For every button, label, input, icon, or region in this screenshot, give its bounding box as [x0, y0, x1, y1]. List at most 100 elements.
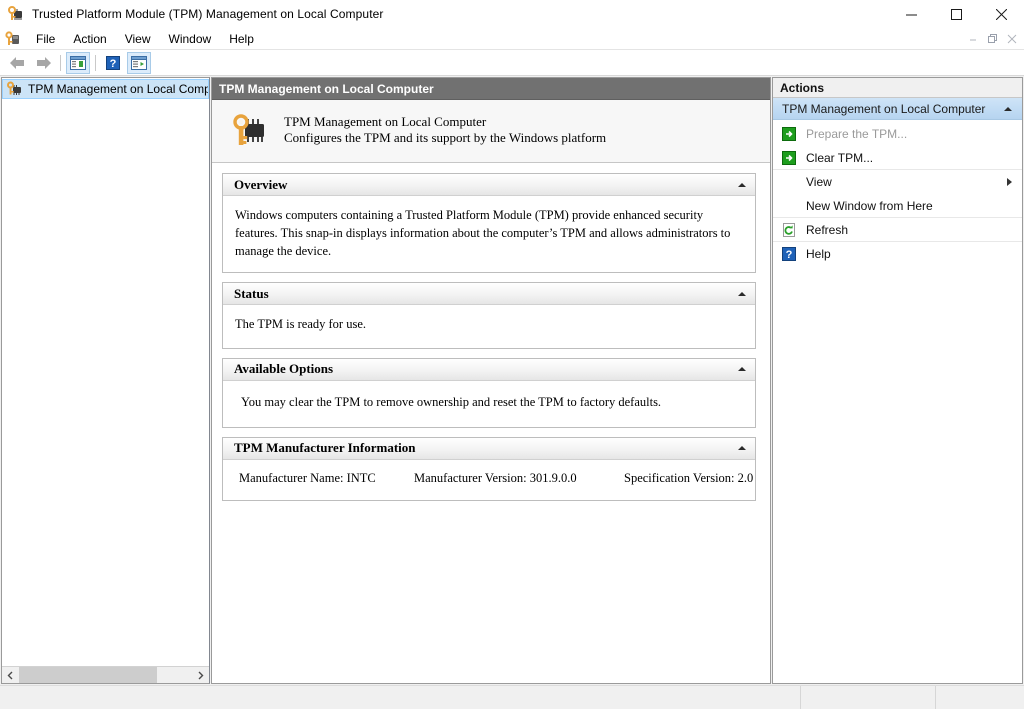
banner-text: TPM Management on Local Computer Configu… [284, 114, 606, 147]
tpm-key-chip-icon [8, 6, 24, 22]
minimize-button[interactable] [889, 0, 934, 28]
action-new-window-from-here[interactable]: New Window from Here [773, 194, 1022, 218]
tpm-key-chip-icon [5, 30, 21, 47]
actions-list: Prepare the TPM... Clear TPM... View New… [773, 120, 1022, 266]
green-arrow-icon [781, 150, 797, 166]
menu-item-window[interactable]: Window [160, 30, 221, 48]
title-bar: Trusted Platform Module (TPM) Management… [0, 0, 1024, 28]
action-refresh[interactable]: Refresh [773, 218, 1022, 242]
no-icon-placeholder [781, 174, 797, 190]
action-help[interactable]: ? Help [773, 242, 1022, 266]
menu-item-action[interactable]: Action [64, 30, 115, 48]
toolbar-separator [60, 54, 61, 71]
window-title: Trusted Platform Module (TPM) Management… [32, 7, 384, 21]
status-bar [0, 685, 1024, 709]
manufacturer-version-value: 301.9.0.0 [529, 470, 577, 485]
help-button[interactable]: ? [101, 52, 125, 74]
tree-item-tpm-management[interactable]: TPM Management on Local Comp [2, 79, 209, 99]
section-title: Overview [234, 176, 288, 192]
status-bar-pane-3 [935, 686, 1024, 709]
chevron-up-icon[interactable] [738, 182, 746, 187]
action-prepare-the-tpm[interactable]: Prepare the TPM... [773, 122, 1022, 146]
refresh-icon [781, 222, 797, 238]
actions-group-label: TPM Management on Local Computer [782, 101, 986, 116]
close-button[interactable] [979, 0, 1024, 28]
manufacturer-info-row: Manufacturer Name: INTC Manufacturer Ver… [223, 460, 755, 500]
show-hide-action-pane-button[interactable] [127, 51, 151, 74]
section-available-options-header[interactable]: Available Options [223, 358, 755, 381]
action-clear-tpm[interactable]: Clear TPM... [773, 146, 1022, 170]
section-tpm-manufacturer-header[interactable]: TPM Manufacturer Information [223, 437, 755, 460]
status-bar-pane-1 [0, 686, 800, 709]
details-pane: TPM Management on Local Computer TPM Man… [211, 77, 771, 684]
details-content: TPM Management on Local Computer Configu… [212, 100, 770, 683]
section-title: TPM Manufacturer Information [234, 440, 416, 456]
scrollbar-thumb[interactable] [19, 667, 158, 683]
section-status: Status The TPM is ready for use. [222, 282, 756, 349]
forward-button[interactable] [31, 52, 55, 74]
sections-container: Overview Windows computers containing a … [212, 163, 770, 501]
chevron-right-icon[interactable] [192, 667, 209, 683]
maximize-button[interactable] [934, 0, 979, 28]
back-button[interactable] [5, 52, 29, 74]
section-title: Available Options [234, 361, 334, 376]
actions-pane: Actions TPM Management on Local Computer… [772, 77, 1023, 684]
scrollbar-track[interactable] [19, 667, 192, 683]
section-overview: Overview Windows computers containing a … [222, 173, 756, 274]
section-overview-body: Windows computers containing a Trusted P… [235, 208, 731, 259]
section-available-options: Available Options You may clear the TPM … [222, 357, 756, 428]
svg-text:?: ? [786, 249, 793, 261]
manufacturer-version-field: Manufacturer Version: 301.9.0.0 [414, 471, 624, 486]
submenu-arrow-icon [1007, 178, 1012, 186]
tpm-management-window: Trusted Platform Module (TPM) Management… [0, 0, 1024, 709]
tree-item-label: TPM Management on Local Comp [28, 82, 209, 96]
tree-horizontal-scrollbar[interactable] [2, 666, 209, 683]
mdi-close-button[interactable] [1002, 30, 1021, 47]
show-hide-console-tree-button[interactable] [66, 51, 90, 74]
console-tree: TPM Management on Local Comp [2, 78, 209, 666]
mdi-minimize-button[interactable] [964, 30, 983, 47]
menu-item-file[interactable]: File [27, 30, 64, 48]
section-available-options-body: You may clear the TPM to remove ownershi… [241, 394, 662, 409]
banner-title: TPM Management on Local Computer [284, 114, 487, 129]
chevron-up-icon[interactable] [1004, 106, 1012, 111]
section-title: Status [234, 285, 269, 301]
specification-version-field: Specification Version: 2.0 [624, 471, 753, 486]
actions-group-header[interactable]: TPM Management on Local Computer [773, 98, 1022, 120]
mdi-window-controls [964, 30, 1021, 47]
chevron-up-icon[interactable] [738, 446, 746, 451]
section-status-header[interactable]: Status [223, 283, 755, 306]
green-arrow-icon [781, 126, 797, 142]
status-bar-pane-2 [800, 686, 935, 709]
window-controls [889, 0, 1024, 28]
actions-pane-header: Actions [773, 78, 1022, 98]
manufacturer-name-label: Manufacturer Name: [239, 470, 344, 485]
chevron-up-icon[interactable] [738, 367, 746, 371]
menu-item-help[interactable]: Help [220, 30, 263, 48]
toolbar-separator [95, 54, 96, 71]
question-mark-icon: ? [781, 246, 797, 262]
action-label: Help [806, 247, 831, 261]
details-banner: TPM Management on Local Computer Configu… [212, 100, 770, 163]
manufacturer-name-value: INTC [346, 470, 376, 485]
mdi-restore-button[interactable] [983, 30, 1002, 47]
menu-item-view[interactable]: View [116, 30, 160, 48]
action-label: Clear TPM... [806, 150, 874, 165]
section-overview-header[interactable]: Overview [223, 174, 755, 196]
action-view[interactable]: View [773, 170, 1022, 194]
action-label: Refresh [806, 222, 849, 237]
svg-text:?: ? [110, 58, 117, 70]
details-pane-header: TPM Management on Local Computer [212, 78, 770, 100]
console-tree-pane: TPM Management on Local Comp [1, 77, 210, 684]
chevron-up-icon[interactable] [738, 291, 746, 296]
no-icon-placeholder [781, 198, 797, 214]
section-status-body: The TPM is ready for use. [235, 317, 366, 332]
action-label: New Window from Here [806, 198, 933, 213]
manufacturer-version-label: Manufacturer Version: [414, 470, 527, 485]
manufacturer-name-field: Manufacturer Name: INTC [239, 471, 414, 486]
chevron-left-icon[interactable] [2, 667, 19, 683]
banner-subtitle: Configures the TPM and its support by th… [284, 130, 607, 146]
specification-version-label: Specification Version: [624, 470, 735, 485]
action-label: Prepare the TPM... [806, 127, 908, 141]
toolbar: ? [0, 50, 1024, 76]
